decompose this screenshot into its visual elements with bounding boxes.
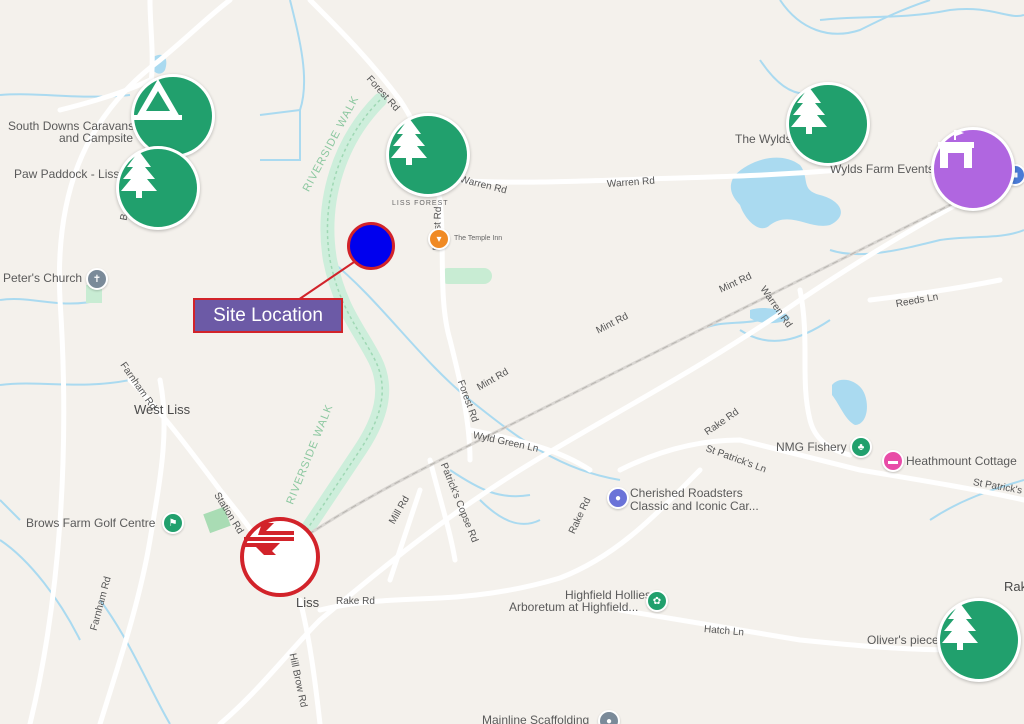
church-icon[interactable]: ✝ bbox=[86, 268, 108, 290]
campsite-icon bbox=[134, 79, 182, 120]
place-label: Rak bbox=[1004, 579, 1024, 594]
site-location-marker[interactable] bbox=[347, 222, 395, 270]
place-label: NMG Fishery bbox=[776, 440, 847, 454]
place-label: The Wylds bbox=[735, 132, 792, 146]
tree-icon bbox=[942, 603, 978, 650]
place-label: Arboretum at Highfield... bbox=[509, 600, 639, 614]
forest-marker[interactable] bbox=[386, 113, 470, 197]
place-label: Brows Farm Golf Centre bbox=[26, 516, 156, 530]
car-icon[interactable]: ● bbox=[607, 487, 629, 509]
place-label: Liss bbox=[296, 595, 320, 610]
bed-icon[interactable]: ▬ bbox=[882, 450, 904, 472]
castle-icon bbox=[938, 130, 974, 168]
place-label: Wylds Farm Events bbox=[830, 162, 934, 176]
tree-icon bbox=[391, 118, 427, 165]
bar-icon[interactable]: ▾ bbox=[428, 228, 450, 250]
campsite-marker[interactable] bbox=[131, 74, 215, 158]
place-label: Paw Paddock - Liss bbox=[14, 167, 120, 181]
flower-icon[interactable]: ✿ bbox=[646, 590, 668, 612]
place-label: Peter's Church bbox=[3, 271, 82, 285]
place-label: The Temple Inn bbox=[454, 235, 503, 242]
railway-icon bbox=[244, 523, 294, 555]
railway-station-marker[interactable] bbox=[240, 517, 320, 597]
forest-marker[interactable] bbox=[116, 146, 200, 230]
road-label: Rake Rd bbox=[336, 596, 375, 607]
castle-marker[interactable] bbox=[931, 127, 1015, 211]
place-label: Heathmount Cottage bbox=[906, 454, 1017, 468]
place-label: West Liss bbox=[134, 402, 191, 417]
place-label: and Campsite bbox=[59, 131, 134, 145]
forest-marker[interactable] bbox=[937, 598, 1021, 682]
place-label: Classic and Iconic Car... bbox=[630, 499, 759, 513]
place-label: Mainline Scaffolding bbox=[482, 713, 590, 724]
fishery-icon[interactable]: ♣ bbox=[850, 436, 872, 458]
site-location-label: Site Location bbox=[193, 298, 343, 333]
map-canvas[interactable]: South Downs Caravans and Campsite Paw Pa… bbox=[0, 0, 1024, 724]
place-label: Oliver's piece bbox=[867, 633, 939, 647]
tree-icon bbox=[121, 151, 157, 198]
forest-marker[interactable] bbox=[786, 82, 870, 166]
golf-icon[interactable]: ⚑ bbox=[162, 512, 184, 534]
tree-icon bbox=[791, 87, 827, 134]
